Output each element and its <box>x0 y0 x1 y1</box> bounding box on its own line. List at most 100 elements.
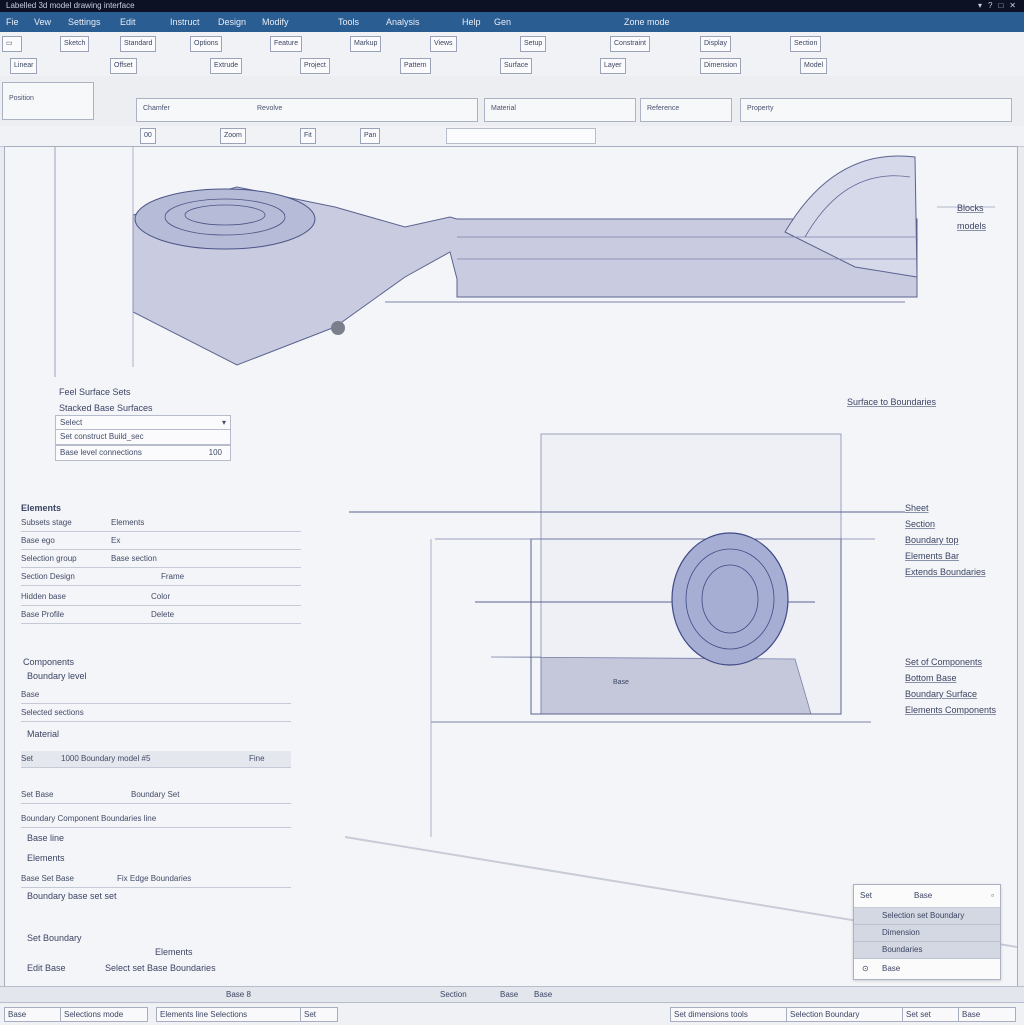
popup-footer[interactable]: ⊙ Base <box>854 959 1000 979</box>
toolbar-extrude-button[interactable]: Extrude <box>210 58 243 74</box>
panel2-row[interactable]: Hidden base Color <box>21 589 301 606</box>
menu-design[interactable]: Design <box>218 17 246 27</box>
panel2-row[interactable]: Section Design Frame <box>21 569 301 586</box>
ribbon-reference-label[interactable]: Reference <box>647 105 679 112</box>
label-base: Base <box>613 679 629 686</box>
status-base3: Base <box>534 990 553 999</box>
toolbar-views-button[interactable]: Views <box>430 36 457 52</box>
toolbar-pan-button[interactable]: Pan <box>360 128 381 144</box>
panel1-construct-field[interactable]: Set construct Build_sec <box>55 429 231 445</box>
toolbar-section-button[interactable]: Section <box>790 36 822 52</box>
toolbar-ribbon: Position Chamfer Revolve Material Refere… <box>0 76 1024 127</box>
menu-tools[interactable]: Tools <box>338 17 359 27</box>
panel3-row-label: Boundary Component Boundaries line <box>21 814 157 823</box>
status-tool-base-end[interactable]: Base <box>958 1007 1016 1022</box>
popup-item-dimension[interactable]: Dimension <box>854 925 1000 942</box>
toolbar-feature-button[interactable]: Feature <box>270 36 303 52</box>
menu-edit[interactable]: Edit <box>120 17 136 27</box>
status-tool-boundary[interactable]: Selection Boundary <box>786 1007 904 1022</box>
menu-zone-mode[interactable]: Zone mode <box>624 17 670 27</box>
toolbar-setup-button[interactable]: Setup <box>520 36 547 52</box>
label-bottom-base: Bottom Base <box>905 673 957 683</box>
toolbar-constraint-button[interactable]: Constraint <box>610 36 650 52</box>
label-section: Section <box>905 519 936 529</box>
panel2-title: Elements <box>21 503 62 513</box>
panel3-section2-title: Elements <box>27 853 65 863</box>
status-tool-selections[interactable]: Selections mode <box>60 1007 148 1022</box>
toolbar-layer-button[interactable]: Layer <box>600 58 626 74</box>
menu-settings[interactable]: Settings <box>68 17 101 27</box>
panel3-row[interactable]: Base <box>21 687 291 704</box>
menu-gen[interactable]: Gen <box>494 17 511 27</box>
toolbar-offset-button[interactable]: Offset <box>110 58 137 74</box>
toolbar-options-button[interactable]: Options <box>190 36 223 52</box>
material-model-value: 1000 Boundary model #5 <box>61 754 151 763</box>
panel2-row-label: Hidden base <box>21 592 66 601</box>
panel3-row[interactable]: Boundary Component Boundaries line <box>21 811 291 828</box>
panel3-row-label: Set Base <box>21 790 54 799</box>
panel2-row[interactable]: Base ego Ex <box>21 533 301 550</box>
settings-icon: ⊙ <box>862 964 869 973</box>
panel2-row-value: Color <box>151 592 171 601</box>
drawing-canvas[interactable]: Blocks models Surface to Boundaries Shee… <box>4 146 1018 988</box>
panel3-base-line: Base line <box>27 833 65 843</box>
panel3-row[interactable]: Set Base Boundary Set <box>21 787 291 804</box>
panel3-row-f: Boundary base set set <box>27 891 117 901</box>
ribbon-chamfer-label[interactable]: Chamfer <box>143 105 170 112</box>
search-input[interactable] <box>446 128 596 144</box>
close-icon[interactable]: ▫ <box>991 885 994 907</box>
panel3-material-row[interactable]: Set 1000 Boundary model #5 Fine <box>21 751 291 768</box>
panel3-row[interactable]: Base Set Base Fix Edge Boundaries <box>21 871 291 888</box>
ribbon-revolve-label[interactable]: Revolve <box>257 105 282 112</box>
menu-file[interactable]: Fie <box>6 17 19 27</box>
status-tool-base[interactable]: Base <box>4 1007 62 1022</box>
toolbar-surface-button[interactable]: Surface <box>500 58 533 74</box>
panel2-row[interactable]: Subsets stage Elements <box>21 515 301 532</box>
panel1-connections-value: 100 <box>208 448 222 457</box>
ribbon-position-label[interactable]: Position <box>9 95 34 102</box>
label-elements-components: Elements Components <box>905 705 997 715</box>
popup-item-boundaries[interactable]: Boundaries <box>854 942 1000 959</box>
panel2-row[interactable]: Base Profile Delete <box>21 607 301 624</box>
panel2-row[interactable]: Selection group Base section <box>21 551 301 568</box>
panel3-row-g-set[interactable]: Set Boundary <box>27 933 82 943</box>
status-tool-elements[interactable]: Elements line Selections <box>156 1007 304 1022</box>
panel3-row[interactable]: Selected sections <box>21 705 291 722</box>
label-elements-bar: Elements Bar <box>905 551 960 561</box>
toolbar-fit-button[interactable]: Fit <box>300 128 316 144</box>
toolbar-model-button[interactable]: Model <box>800 58 828 74</box>
ribbon-property-label[interactable]: Property <box>747 105 773 112</box>
toolbar-display-button[interactable]: Display <box>700 36 731 52</box>
menu-analysis[interactable]: Analysis <box>386 17 420 27</box>
toolbar-pattern-button[interactable]: Pattern <box>400 58 431 74</box>
status-tool-dimensions[interactable]: Set dimensions tools <box>670 1007 788 1022</box>
toolbar-linear-button[interactable]: Linear <box>10 58 38 74</box>
panel3-row-value: Boundary Set <box>131 790 180 799</box>
label-blocks: Blocks <box>957 203 984 213</box>
maximize-button[interactable]: □ <box>998 0 1003 12</box>
menu-help[interactable]: Help <box>462 17 481 27</box>
panel1-connections-field[interactable]: Base level connections 100 <box>55 445 231 461</box>
popup-item-selection[interactable]: Selection set Boundary <box>854 908 1000 925</box>
toolbar-project-button[interactable]: Project <box>300 58 330 74</box>
new-icon[interactable]: ▭ <box>2 36 22 52</box>
close-button[interactable]: ✕ <box>1009 0 1016 12</box>
panel3-row-label: Base Set Base <box>21 874 74 883</box>
toolbar-sketch-button[interactable]: Sketch <box>60 36 90 52</box>
ribbon-material-label[interactable]: Material <box>491 105 516 112</box>
minimize-button[interactable]: ▾ <box>978 0 982 12</box>
panel3-row-g-select[interactable]: Select set Base Boundaries <box>105 963 216 973</box>
status-tool-set[interactable]: Set <box>300 1007 338 1022</box>
menu-view[interactable]: Vew <box>34 17 51 27</box>
toolbar-standard-button[interactable]: Standard <box>120 36 157 52</box>
toolbar-zoom-value[interactable]: 00 <box>140 128 156 144</box>
toolbar-dimension-button[interactable]: Dimension <box>700 58 742 74</box>
panel3-row-g-elements[interactable]: Elements <box>155 947 193 957</box>
toolbar-markup-button[interactable]: Markup <box>350 36 382 52</box>
panel3-row-g-edit[interactable]: Edit Base <box>27 963 66 973</box>
help-button[interactable]: ? <box>988 0 992 12</box>
menu-instruct[interactable]: Instruct <box>170 17 200 27</box>
status-tool-set-set[interactable]: Set set <box>902 1007 960 1022</box>
menu-modify[interactable]: Modify <box>262 17 289 27</box>
toolbar-zoom-button[interactable]: Zoom <box>220 128 246 144</box>
